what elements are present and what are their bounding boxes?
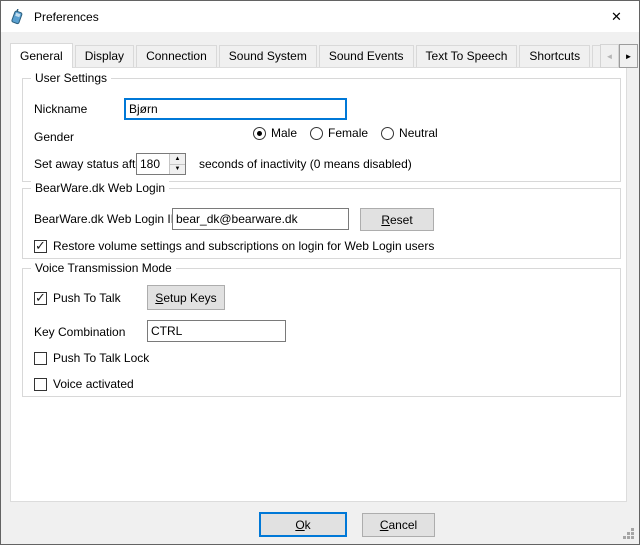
tab-connection[interactable]: Connection	[136, 45, 217, 67]
away-status-label: Set away status after	[34, 157, 146, 171]
group-title: Voice Transmission Mode	[31, 261, 176, 275]
checkbox-icon: ✓	[34, 352, 47, 365]
key-combination-input[interactable]	[147, 320, 286, 342]
radio-label: Male	[271, 126, 297, 140]
spinner-up-icon[interactable]: ▲	[170, 154, 185, 165]
tab-scrollers: ◄ ►	[600, 44, 638, 68]
reset-button[interactable]: Reset	[360, 208, 434, 231]
group-web-login: BearWare.dk Web Login BearWare.dk Web Lo…	[22, 188, 621, 259]
tab-display[interactable]: Display	[75, 45, 134, 67]
nickname-input[interactable]	[124, 98, 347, 120]
push-to-talk-lock-checkbox[interactable]: ✓ Push To Talk Lock	[34, 351, 149, 365]
gender-label: Gender	[34, 130, 74, 144]
tab-bar: General Display Connection Sound System …	[10, 43, 638, 68]
tab-scroll-right-icon[interactable]: ►	[619, 44, 638, 68]
check-icon: ✓	[35, 238, 46, 254]
spinner-value: 180	[137, 154, 169, 174]
cancel-button[interactable]: Cancel	[362, 513, 435, 537]
away-seconds-spinner[interactable]: 180 ▲ ▼	[136, 153, 186, 175]
checkbox-label: Voice activated	[53, 377, 134, 391]
tab-sound-system[interactable]: Sound System	[219, 45, 317, 67]
check-icon: ✓	[35, 290, 46, 306]
restore-volume-checkbox[interactable]: ✓ Restore volume settings and subscripti…	[34, 239, 434, 253]
checkbox-icon: ✓	[34, 292, 47, 305]
checkbox-label: Push To Talk Lock	[53, 351, 149, 365]
radio-label: Neutral	[399, 126, 438, 140]
close-icon[interactable]: ✕	[594, 1, 639, 32]
gender-radio-female[interactable]: Female	[310, 126, 368, 140]
gender-radio-male[interactable]: Male	[253, 126, 297, 140]
group-title: User Settings	[31, 71, 111, 85]
group-user-settings: User Settings Nickname Gender Male Femal…	[22, 78, 621, 182]
spinner-buttons: ▲ ▼	[169, 154, 185, 174]
general-tab-page: User Settings Nickname Gender Male Femal…	[10, 67, 627, 502]
spinner-down-icon[interactable]: ▼	[170, 165, 185, 175]
gender-radio-neutral[interactable]: Neutral	[381, 126, 438, 140]
web-login-id-label: BearWare.dk Web Login ID	[34, 212, 179, 226]
checkbox-label: Push To Talk	[53, 291, 121, 305]
checkbox-label: Restore volume settings and subscription…	[53, 239, 434, 253]
group-voice-transmission: Voice Transmission Mode ✓ Push To Talk S…	[22, 268, 621, 397]
push-to-talk-checkbox[interactable]: ✓ Push To Talk	[34, 291, 121, 305]
setup-keys-button[interactable]: Setup Keys	[147, 285, 225, 310]
nickname-label: Nickname	[34, 102, 87, 116]
radio-label: Female	[328, 126, 368, 140]
checkbox-icon: ✓	[34, 378, 47, 391]
tab-sound-events[interactable]: Sound Events	[319, 45, 414, 67]
titlebar: Preferences ✕	[1, 1, 639, 32]
tab-general[interactable]: General	[10, 43, 73, 68]
app-icon	[10, 9, 26, 25]
web-login-id-input[interactable]	[172, 208, 349, 230]
window-title: Preferences	[34, 10, 99, 24]
resize-grip-icon[interactable]	[623, 528, 634, 539]
radio-icon	[310, 127, 323, 140]
radio-icon	[381, 127, 394, 140]
gender-radio-group: Male Female Neutral	[253, 126, 438, 140]
radio-icon	[253, 127, 266, 140]
key-combination-label: Key Combination	[34, 325, 125, 339]
voice-activated-checkbox[interactable]: ✓ Voice activated	[34, 377, 134, 391]
away-status-suffix: seconds of inactivity (0 means disabled)	[199, 157, 412, 171]
checkbox-icon: ✓	[34, 240, 47, 253]
group-title: BearWare.dk Web Login	[31, 181, 169, 195]
preferences-dialog: Preferences ✕ General Display Connection…	[0, 0, 640, 545]
tab-scroll-left-icon[interactable]: ◄	[600, 44, 619, 68]
tab-shortcuts[interactable]: Shortcuts	[519, 45, 590, 67]
tab-text-to-speech[interactable]: Text To Speech	[416, 45, 518, 67]
ok-button[interactable]: Ok	[259, 512, 347, 537]
